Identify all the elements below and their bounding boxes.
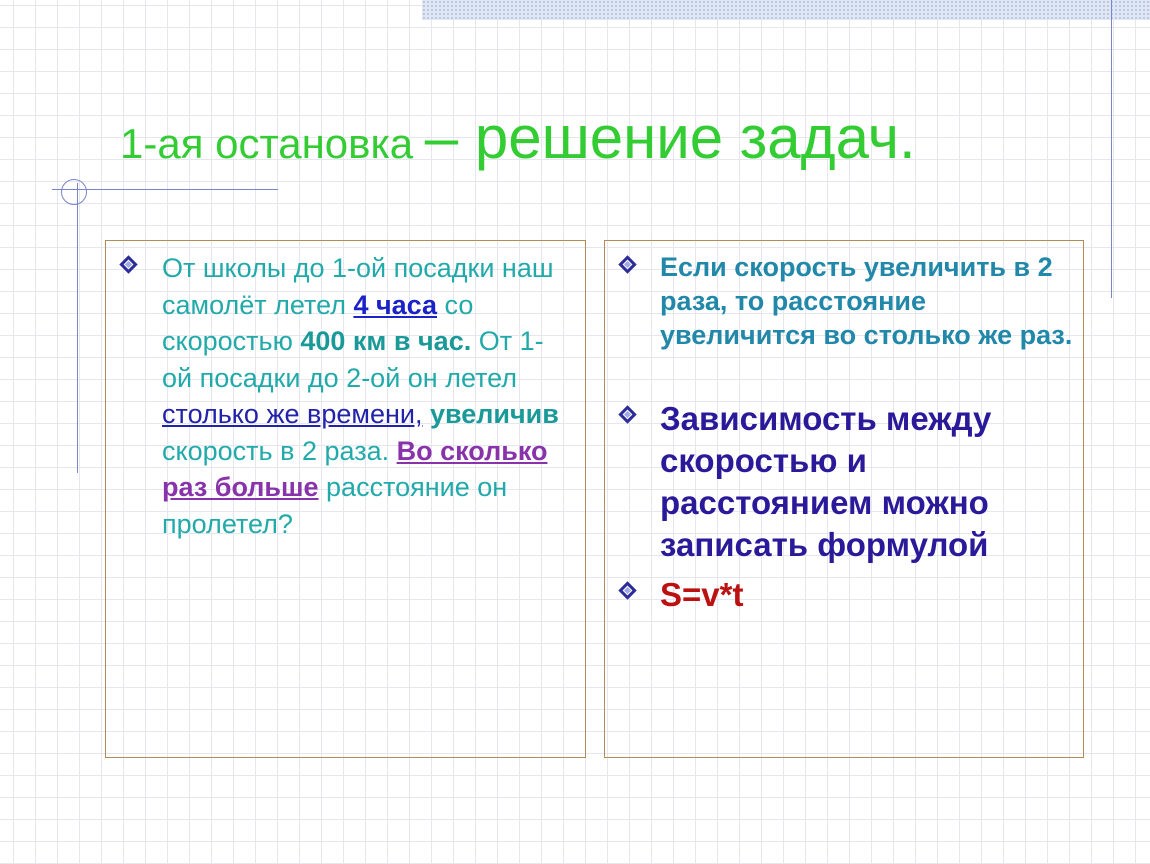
solution-item-1: Если скорость увеличить в 2 раза, то рас…	[660, 252, 1073, 350]
crosshair-circle-ornament	[61, 179, 87, 205]
task-problem-text: От школы до 1-ой посадки наш самолёт лет…	[162, 250, 572, 542]
slide-title-part2: – решение задач.	[424, 104, 916, 171]
vertical-rule-left	[77, 183, 78, 473]
slide-title-part1: 1-ая остановка	[120, 120, 425, 167]
left-task-panel: От школы до 1-ой посадки наш самолёт лет…	[105, 240, 586, 758]
task-text-4-hours: 4 часа	[353, 289, 438, 320]
formula-text: S=v*t	[660, 576, 744, 613]
task-text-speed: 400 км в час.	[300, 326, 472, 356]
slide-title: 1-ая остановка – решение задач.	[120, 108, 916, 168]
task-text-same-time: столько же времени,	[162, 399, 423, 429]
task-text-increasing: увеличив	[429, 399, 559, 429]
diamond-bullet-icon	[618, 581, 637, 600]
diamond-bullet-icon	[119, 255, 138, 274]
vertical-rule-right	[1111, 0, 1112, 298]
top-decorative-band	[422, 0, 1150, 20]
right-solution-panel: Если скорость увеличить в 2 раза, то рас…	[604, 240, 1084, 758]
diamond-bullet-icon	[618, 405, 637, 424]
diamond-bullet-icon	[618, 255, 637, 274]
task-text-seg9: скорость в 2 раза.	[162, 435, 397, 466]
task-text-seg7	[422, 399, 430, 429]
solution-item-2: Зависимость между скоростью и расстояние…	[660, 400, 992, 563]
